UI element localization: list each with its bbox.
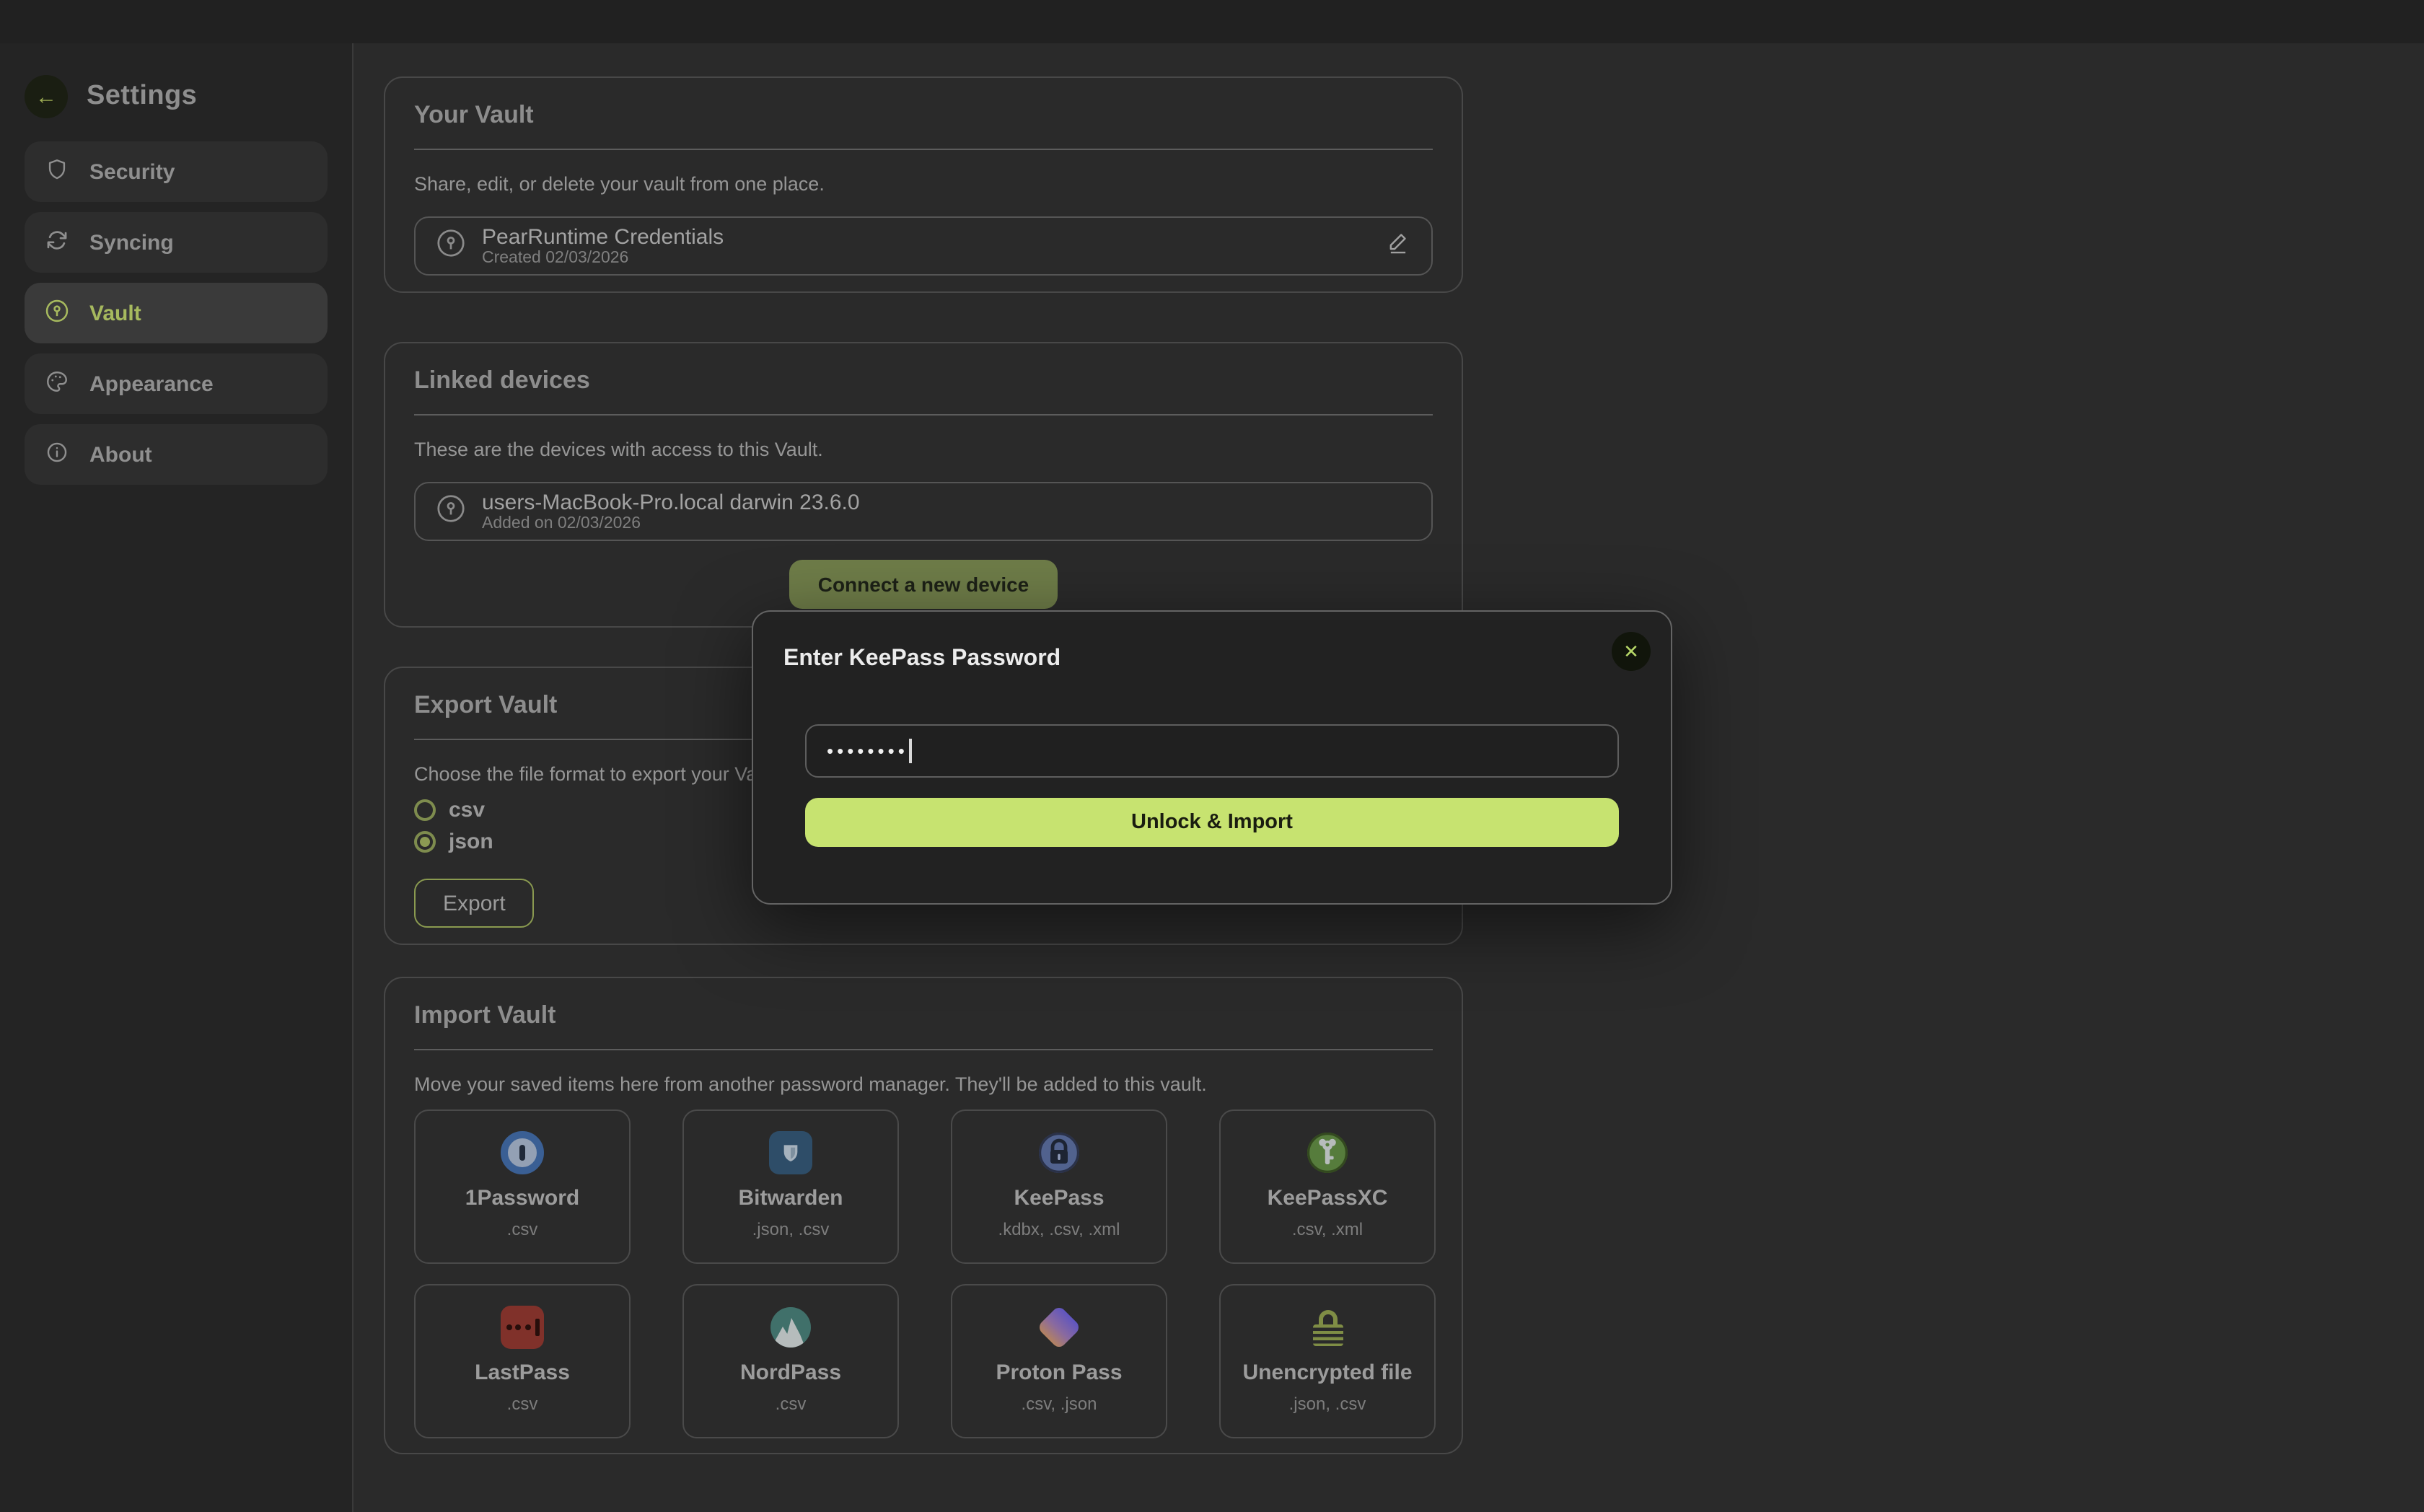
device-name: users-MacBook-Pro.local darwin 23.6.0 bbox=[482, 490, 860, 514]
close-icon: ✕ bbox=[1623, 640, 1639, 663]
radio-label: json bbox=[449, 830, 493, 854]
tile-formats: .csv bbox=[776, 1394, 807, 1414]
import-tile-nordpass[interactable]: NordPass .csv bbox=[682, 1284, 899, 1438]
sidebar-item-syncing[interactable]: Syncing bbox=[25, 212, 328, 273]
palette-icon bbox=[45, 369, 69, 399]
back-arrow-icon: ← bbox=[35, 84, 57, 109]
sync-icon bbox=[45, 227, 69, 258]
edit-vault-button[interactable] bbox=[1385, 229, 1411, 263]
connect-new-device-button[interactable]: Connect a new device bbox=[789, 560, 1058, 609]
tile-formats: .json, .csv bbox=[1289, 1394, 1366, 1414]
nordpass-icon bbox=[769, 1304, 812, 1350]
pencil-edit-icon bbox=[1385, 229, 1411, 263]
keepass-icon bbox=[1037, 1130, 1081, 1176]
your-vault-description: Share, edit, or delete your vault from o… bbox=[414, 173, 1433, 195]
import-tile-lastpass[interactable]: LastPass .csv bbox=[414, 1284, 631, 1438]
info-icon bbox=[45, 439, 69, 470]
keepassxc-icon bbox=[1306, 1130, 1349, 1176]
linked-devices-title: Linked devices bbox=[414, 366, 1433, 395]
linked-devices-card: Linked devices These are the devices wit… bbox=[384, 342, 1463, 628]
radio-label: csv bbox=[449, 798, 485, 822]
tile-name: Proton Pass bbox=[996, 1361, 1122, 1385]
sidebar-item-label: Security bbox=[89, 159, 175, 184]
tile-name: NordPass bbox=[740, 1361, 841, 1385]
bitwarden-icon bbox=[769, 1130, 812, 1176]
divider bbox=[414, 414, 1433, 416]
app-window: ← Settings Security Syncing Vau bbox=[0, 0, 2424, 1512]
tile-name: Bitwarden bbox=[738, 1186, 843, 1210]
divider bbox=[414, 149, 1433, 150]
unencrypted-lock-icon bbox=[1312, 1304, 1343, 1350]
tile-formats: .csv, .json bbox=[1022, 1394, 1097, 1414]
import-tile-keepass[interactable]: KeePass .kdbx, .csv, .xml bbox=[951, 1109, 1167, 1264]
key-circle-icon bbox=[436, 227, 466, 265]
radio-unselected-icon bbox=[414, 799, 436, 821]
export-format-option-json[interactable]: json bbox=[414, 830, 493, 854]
device-row: users-MacBook-Pro.local darwin 23.6.0 Ad… bbox=[414, 482, 1433, 541]
unlock-import-button[interactable]: Unlock & Import bbox=[805, 798, 1619, 847]
close-button[interactable]: ✕ bbox=[1612, 632, 1651, 671]
sidebar-item-about[interactable]: About bbox=[25, 424, 328, 485]
key-circle-icon bbox=[45, 298, 69, 328]
export-button[interactable]: Export bbox=[414, 879, 535, 928]
radio-selected-icon bbox=[414, 831, 436, 853]
import-tile-protonpass[interactable]: Proton Pass .csv, .json bbox=[951, 1284, 1167, 1438]
tile-name: Unencrypted file bbox=[1242, 1361, 1412, 1385]
keepass-password-dialog: ✕ Enter KeePass Password •••••••• Unlock… bbox=[752, 610, 1672, 905]
sidebar-item-label: Vault bbox=[89, 301, 141, 325]
window-title-bar bbox=[0, 0, 2424, 43]
tile-formats: .csv, .xml bbox=[1292, 1219, 1363, 1239]
export-format-option-csv[interactable]: csv bbox=[414, 798, 485, 822]
sidebar-item-label: Appearance bbox=[89, 372, 214, 396]
page-title: Settings bbox=[87, 81, 197, 113]
tile-formats: .json, .csv bbox=[752, 1219, 830, 1239]
dialog-title: Enter KeePass Password bbox=[783, 646, 1642, 672]
import-tile-1password[interactable]: 1Password .csv bbox=[414, 1109, 631, 1264]
tile-name: 1Password bbox=[465, 1186, 579, 1210]
sidebar-item-vault[interactable]: Vault bbox=[25, 283, 328, 343]
tile-name: LastPass bbox=[475, 1361, 570, 1385]
lastpass-icon bbox=[501, 1304, 544, 1350]
sidebar-header: ← Settings bbox=[0, 43, 352, 141]
vault-created-date: Created 02/03/2026 bbox=[482, 249, 724, 268]
sidebar-nav: Security Syncing Vault Appearance bbox=[0, 141, 352, 485]
sidebar-item-security[interactable]: Security bbox=[25, 141, 328, 202]
tile-formats: .csv bbox=[507, 1394, 538, 1414]
your-vault-card: Your Vault Share, edit, or delete your v… bbox=[384, 76, 1463, 293]
sidebar-item-label: Syncing bbox=[89, 230, 174, 255]
shield-icon bbox=[45, 157, 69, 187]
import-tile-unencrypted-file[interactable]: Unencrypted file .json, .csv bbox=[1219, 1284, 1436, 1438]
import-tile-bitwarden[interactable]: Bitwarden .json, .csv bbox=[682, 1109, 899, 1264]
divider bbox=[414, 1049, 1433, 1050]
tile-name: KeePassXC bbox=[1268, 1186, 1388, 1210]
password-masked-value: •••••••• bbox=[827, 742, 908, 760]
import-vault-card: Import Vault Move your saved items here … bbox=[384, 977, 1463, 1454]
settings-sidebar: ← Settings Security Syncing Vau bbox=[0, 43, 354, 1512]
import-tile-keepassxc[interactable]: KeePassXC .csv, .xml bbox=[1219, 1109, 1436, 1264]
import-vault-description: Move your saved items here from another … bbox=[414, 1073, 1433, 1095]
vault-name: PearRuntime Credentials bbox=[482, 224, 724, 249]
text-cursor bbox=[910, 739, 912, 763]
tile-name: KeePass bbox=[1014, 1186, 1104, 1210]
import-source-grid: 1Password .csv Bitwarden .json, .csv bbox=[414, 1109, 1433, 1438]
sidebar-item-appearance[interactable]: Appearance bbox=[25, 353, 328, 414]
tile-formats: .kdbx, .csv, .xml bbox=[998, 1219, 1120, 1239]
password-input[interactable]: •••••••• bbox=[805, 724, 1619, 778]
linked-devices-description: These are the devices with access to thi… bbox=[414, 439, 1433, 460]
1password-icon bbox=[501, 1130, 544, 1176]
tile-formats: .csv bbox=[507, 1219, 538, 1239]
vault-item-row: PearRuntime Credentials Created 02/03/20… bbox=[414, 216, 1433, 276]
import-vault-title: Import Vault bbox=[414, 1001, 1433, 1030]
key-circle-icon bbox=[436, 493, 466, 530]
back-button[interactable]: ← bbox=[25, 75, 68, 118]
your-vault-title: Your Vault bbox=[414, 101, 1433, 130]
sidebar-item-label: About bbox=[89, 442, 152, 467]
protonpass-icon bbox=[1043, 1304, 1075, 1350]
device-added-date: Added on 02/03/2026 bbox=[482, 514, 860, 533]
